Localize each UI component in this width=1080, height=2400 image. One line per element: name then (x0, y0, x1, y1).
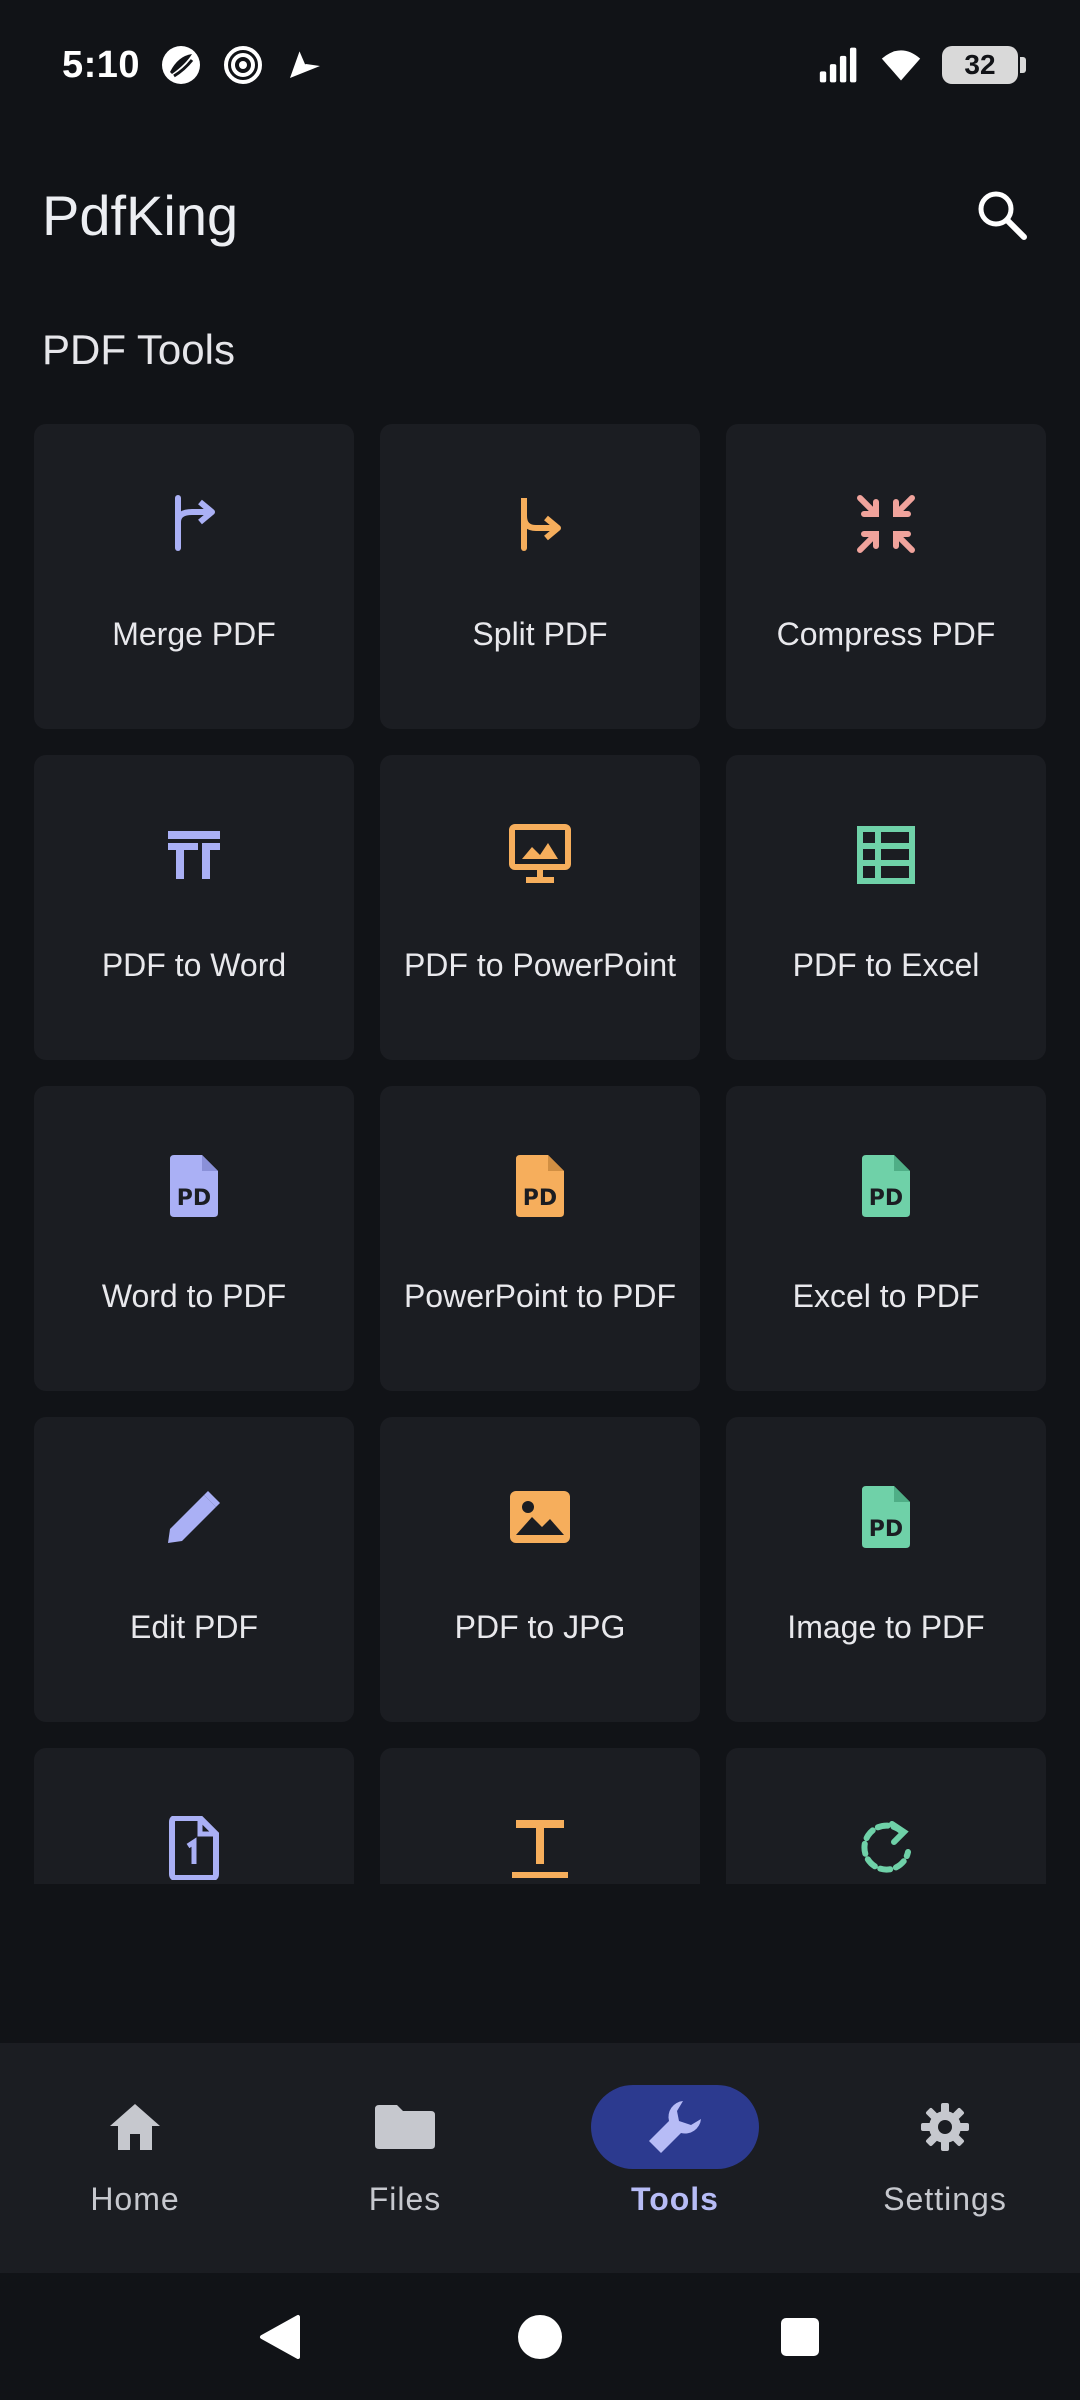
search-button[interactable] (966, 179, 1038, 251)
tools-grid: Merge PDF Split PDF Compress PDF PDF to … (34, 424, 1046, 1884)
nav-pill-active (591, 2085, 759, 2169)
signal-icon (818, 44, 860, 86)
tool-label: Edit PDF (129, 1609, 259, 1645)
tool-label: Split PDF (472, 616, 608, 652)
target-app-icon (222, 44, 264, 86)
merge-icon (158, 488, 230, 560)
nav-label: Tools (631, 2181, 719, 2217)
tool-card-pdf-to-jpg[interactable]: PDF to JPG (380, 1417, 700, 1722)
tool-label: Excel to PDF (792, 1278, 980, 1314)
table-icon (850, 819, 922, 891)
home-icon (110, 2104, 160, 2150)
presentation-icon (504, 819, 576, 891)
status-bar: 5:10 32 (0, 0, 1080, 130)
wifi-icon (880, 44, 922, 86)
search-icon (978, 191, 1027, 240)
tool-label: Word to PDF (101, 1278, 287, 1314)
nav-item-home[interactable]: Home (15, 2085, 255, 2218)
tool-card-pdf-to-powerpoint[interactable]: PDF to PowerPoint (380, 755, 700, 1060)
pdf-file-icon: PD (850, 1481, 922, 1553)
pencil-icon (158, 1481, 230, 1553)
text-icon (504, 1812, 576, 1884)
tool-card-compress-pdf[interactable]: Compress PDF (726, 424, 1046, 729)
tool-label: PDF to PowerPoint (403, 947, 677, 983)
nav-pill (321, 2085, 489, 2169)
battery-icon: 32 (942, 46, 1026, 84)
svg-text:PD: PD (177, 1186, 211, 1211)
pdf-file-icon: PD (850, 1150, 922, 1222)
nav-item-settings[interactable]: Settings (825, 2085, 1065, 2218)
wrench-icon (649, 2101, 701, 2153)
tool-card-pdf-to-excel[interactable]: PDF to Excel (726, 755, 1046, 1060)
compress-icon (850, 488, 922, 560)
tool-card-image-to-pdf[interactable]: PD Image to PDF (726, 1417, 1046, 1722)
tool-card-page-numbers[interactable] (34, 1748, 354, 1884)
gear-icon (921, 2103, 969, 2151)
nav-item-files[interactable]: Files (285, 2085, 525, 2218)
image-icon (504, 1481, 576, 1553)
nav-pill (51, 2085, 219, 2169)
back-button[interactable] (250, 2307, 310, 2367)
nav-label: Files (368, 2181, 442, 2217)
svg-text:PD: PD (869, 1517, 903, 1542)
back-icon (260, 2314, 300, 2359)
tool-card-powerpoint-to-pdf[interactable]: PD PowerPoint to PDF (380, 1086, 700, 1391)
section-title: PDF Tools (42, 326, 235, 373)
tool-label: Image to PDF (787, 1609, 985, 1645)
status-right: 32 (818, 44, 1026, 86)
app-title: PdfKing (42, 183, 239, 247)
sparkle-app-icon (160, 44, 202, 86)
nav-pill (861, 2085, 1029, 2169)
pdf-file-icon: PD (158, 1150, 230, 1222)
tool-label: PDF to Excel (792, 947, 980, 983)
home-system-button[interactable] (510, 2307, 570, 2367)
page-number-icon (158, 1812, 230, 1884)
rotate-icon (850, 1812, 922, 1884)
word-text-icon (158, 819, 230, 891)
tools-grid-viewport[interactable]: Merge PDF Split PDF Compress PDF PDF to … (34, 424, 1046, 1884)
tool-card-pdf-to-word[interactable]: PDF to Word (34, 755, 354, 1060)
recents-button[interactable] (770, 2307, 830, 2367)
status-left: 5:10 (62, 44, 326, 87)
tool-label: PDF to Word (101, 947, 287, 983)
pdf-file-icon: PD (504, 1150, 576, 1222)
svg-text:PD: PD (869, 1186, 903, 1211)
tool-card-merge-pdf[interactable]: Merge PDF (34, 424, 354, 729)
tool-card-word-to-pdf[interactable]: PD Word to PDF (34, 1086, 354, 1391)
app-bar: PdfKing (0, 160, 1080, 270)
tool-card-split-pdf[interactable]: Split PDF (380, 424, 700, 729)
system-nav (0, 2273, 1080, 2400)
tool-card-excel-to-pdf[interactable]: PD Excel to PDF (726, 1086, 1046, 1391)
split-icon (504, 488, 576, 560)
tool-label: Merge PDF (112, 616, 276, 652)
tool-card-edit-pdf[interactable]: Edit PDF (34, 1417, 354, 1722)
home-circle-icon (518, 2314, 562, 2359)
status-time: 5:10 (62, 43, 141, 86)
bottom-nav: Home Files Tools Settings (0, 2043, 1080, 2273)
tool-label: PowerPoint to PDF (403, 1278, 677, 1314)
tool-card-rotate[interactable] (726, 1748, 1046, 1884)
folder-icon (375, 2105, 435, 2149)
nav-item-tools[interactable]: Tools (555, 2085, 795, 2218)
tool-label: Compress PDF (776, 616, 996, 652)
nav-label: Settings (883, 2181, 1007, 2217)
nav-label: Home (90, 2181, 180, 2217)
tool-card-add-text[interactable] (380, 1748, 700, 1884)
tool-label: PDF to JPG (454, 1609, 626, 1645)
svg-text:PD: PD (523, 1186, 557, 1211)
navigation-app-icon (284, 44, 326, 86)
recents-icon (781, 2317, 819, 2356)
